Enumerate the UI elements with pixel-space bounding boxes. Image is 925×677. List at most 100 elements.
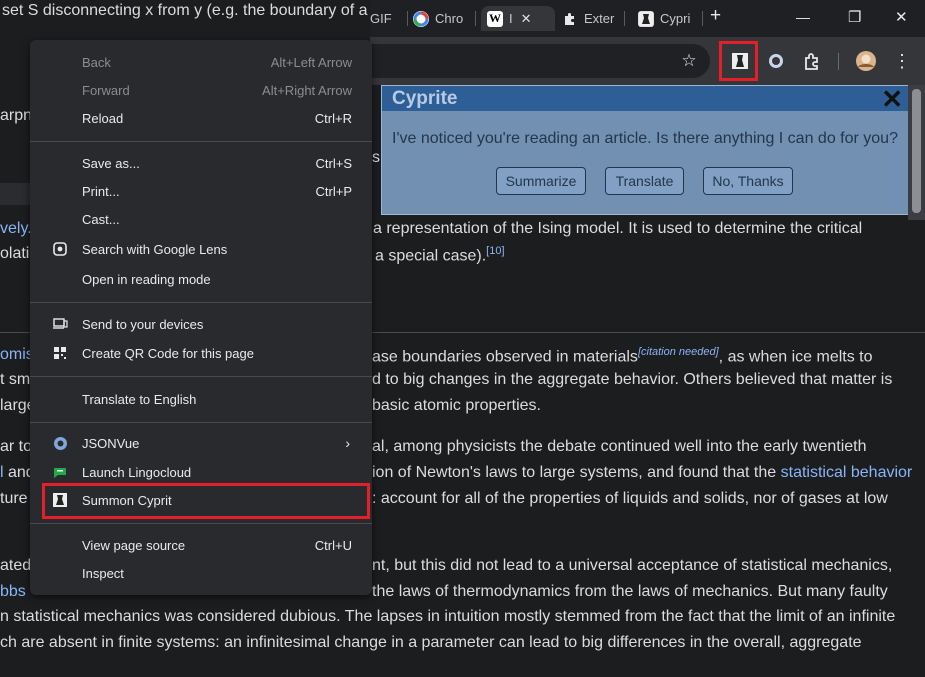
extensions-puzzle-icon[interactable] <box>801 50 823 72</box>
extension-icon-highlight <box>719 41 758 81</box>
puzzle-icon <box>562 11 578 27</box>
menu-item-label: Open in reading mode <box>82 271 211 287</box>
menu-item-label: Translate to English <box>82 391 197 407</box>
menu-separator <box>30 422 372 423</box>
menu-item-jsonvue[interactable]: JSONVue › <box>30 429 372 457</box>
article-text: basic atomic properties. <box>372 397 541 414</box>
more-menu-icon[interactable]: ⋮ <box>891 50 913 72</box>
menu-item-cast[interactable]: Cast... <box>30 205 372 233</box>
article-text: a special case). <box>375 247 487 265</box>
article-text: the laws of thermodynamics from the laws… <box>372 583 888 600</box>
wikipedia-icon: W <box>487 10 503 27</box>
menu-item-print[interactable]: Print... Ctrl+P <box>30 177 372 205</box>
extension-circle-icon[interactable] <box>765 50 787 72</box>
tab-cyprite[interactable]: Cypri <box>638 6 696 31</box>
menu-item-create-qr-code[interactable]: Create QR Code for this page <box>30 339 372 367</box>
tab-extensions[interactable]: Exter <box>562 6 620 31</box>
menu-item-view-source[interactable]: View page source Ctrl+U <box>30 531 372 559</box>
menu-item-reading-mode[interactable]: Open in reading mode <box>30 265 372 293</box>
article-text: , as when ice melts to <box>718 348 873 366</box>
browser-toolbar: ☆ ⋮ <box>370 37 925 85</box>
menu-item-label: Create QR Code for this page <box>82 345 254 361</box>
menu-separator <box>30 376 372 377</box>
bookmark-star-icon[interactable]: ☆ <box>678 50 700 72</box>
menu-separator <box>30 302 372 303</box>
popup-scrollbar[interactable] <box>908 85 925 220</box>
menu-item-label: Launch Lingocloud <box>82 464 192 480</box>
menu-item-reload[interactable]: Reload Ctrl+R <box>30 104 372 132</box>
submenu-arrow-icon: › <box>345 435 350 451</box>
menu-item-send-to-devices[interactable]: Send to your devices <box>30 310 372 338</box>
menu-item-forward[interactable]: Forward Alt+Right Arrow <box>30 76 372 104</box>
menu-item-inspect[interactable]: Inspect <box>30 559 372 587</box>
section-bar <box>0 183 30 205</box>
tab-label: Cypri <box>660 11 691 26</box>
no-thanks-button[interactable]: No, Thanks <box>703 167 793 195</box>
tab-divider <box>407 11 408 26</box>
article-text: : account for all of the properties of l… <box>372 490 888 507</box>
popup-title: Cyprite <box>392 87 458 109</box>
tab-divider <box>702 11 703 26</box>
menu-item-translate[interactable]: Translate to English <box>30 385 372 413</box>
article-text: ion of Newton's laws to large systems, a… <box>372 464 777 481</box>
menu-item-label: Forward <box>82 82 130 98</box>
menu-item-label: Print... <box>82 183 120 199</box>
profile-avatar[interactable] <box>855 50 877 72</box>
article-text: ture <box>0 490 28 507</box>
menu-item-label: View page source <box>82 537 186 553</box>
translate-button[interactable]: Translate <box>605 167 684 195</box>
close-tab-icon[interactable]: ✕ <box>521 11 532 27</box>
restore-button[interactable]: ❐ <box>848 8 861 26</box>
article-text: ase boundaries observed in materials <box>372 348 638 366</box>
article-text: d to big changes in the aggregate behavi… <box>372 371 893 388</box>
menu-item-shortcut: Alt+Left Arrow <box>270 54 352 70</box>
minimize-button[interactable]: — <box>796 9 810 25</box>
tab-divider <box>624 11 625 26</box>
citation-needed-link[interactable]: [citation needed] <box>638 346 719 358</box>
tab-wikipedia[interactable]: W I ✕ <box>481 6 555 31</box>
article-text: a representation of the Ising model. It … <box>373 220 863 237</box>
menu-item-shortcut: Ctrl+P <box>315 183 352 199</box>
menu-item-label: Send to your devices <box>82 316 204 332</box>
google-icon <box>413 10 429 27</box>
toolbar-divider <box>838 53 839 70</box>
article-text: t sm <box>0 371 31 388</box>
window-close-button[interactable]: ✕ <box>895 8 908 26</box>
menu-item-label: Save as... <box>82 155 140 171</box>
lingocloud-icon <box>52 464 68 480</box>
article-fragment: arpn <box>0 107 33 124</box>
menu-item-shortcut: Ctrl+R <box>314 110 352 126</box>
jsonvue-icon <box>52 435 68 451</box>
article-line-top: set S disconnecting x from y (e.g. the b… <box>2 2 368 19</box>
scrollbar-thumb[interactable] <box>912 89 921 213</box>
article-text: al, among physicists the debate continue… <box>372 438 867 455</box>
article-text: ar to <box>0 438 33 455</box>
new-tab-button[interactable]: + <box>710 5 721 27</box>
tab-gif[interactable]: GIF <box>370 6 406 31</box>
menu-item-label: Reload <box>82 110 124 126</box>
menu-item-label: Search with Google Lens <box>82 241 228 257</box>
article-text: n statistical mechanics was considered d… <box>0 608 896 625</box>
qr-code-icon <box>52 345 68 361</box>
tab-divider <box>475 11 476 26</box>
menu-item-save-as[interactable]: Save as... Ctrl+S <box>30 149 372 177</box>
menu-item-shortcut: Alt+Right Arrow <box>262 82 352 98</box>
devices-icon <box>52 316 68 332</box>
gibbs-link[interactable]: bbs <box>0 583 26 600</box>
menu-item-launch-lingocloud[interactable]: Launch Lingocloud <box>30 458 372 486</box>
summarize-button[interactable]: Summarize <box>496 167 586 195</box>
popup-close-icon[interactable]: ✕ <box>881 84 903 115</box>
address-bar[interactable] <box>370 44 710 78</box>
tab-label: I <box>509 11 513 26</box>
article-fragment: s <box>372 149 380 166</box>
menu-item-label: Back <box>82 54 111 70</box>
menu-item-search-google-lens[interactable]: Search with Google Lens <box>30 235 372 263</box>
article-text: ch are absent in finite systems: an infi… <box>0 634 862 651</box>
reference-link[interactable]: [10] <box>486 245 504 257</box>
tab-chrome[interactable]: Chro <box>413 6 473 31</box>
menu-item-label: Inspect <box>82 565 124 581</box>
menu-item-back[interactable]: Back Alt+Left Arrow <box>30 48 372 76</box>
tab-label: Exter <box>584 11 615 26</box>
article-link[interactable]: vely. <box>0 220 32 237</box>
statistical-behavior-link[interactable]: statistical behavior <box>781 464 913 481</box>
